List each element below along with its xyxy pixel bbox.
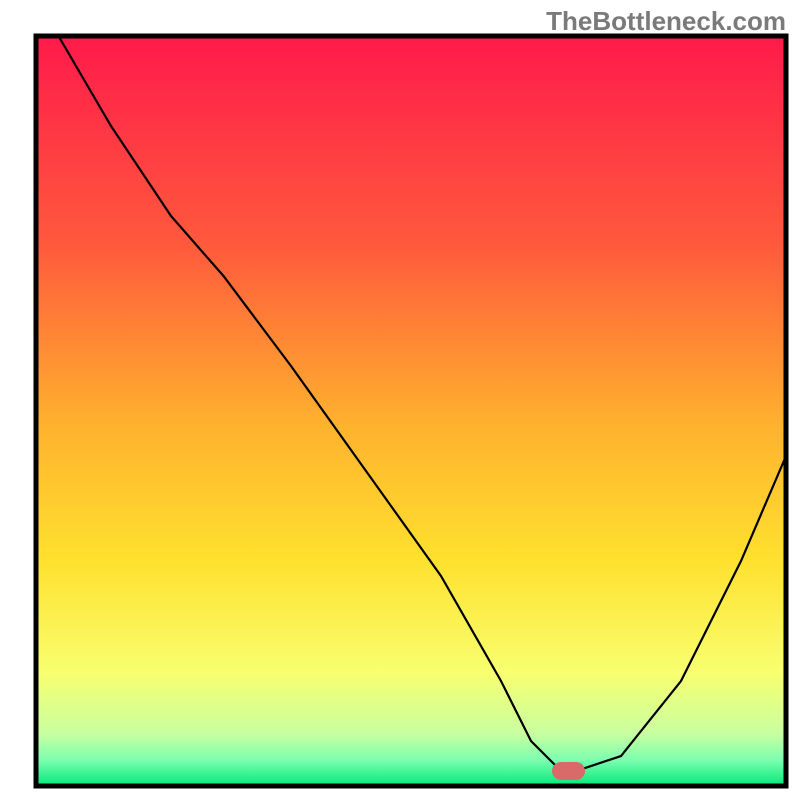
watermark-label: TheBottleneck.com: [546, 6, 786, 37]
plot-background: [36, 36, 786, 786]
chart-container: TheBottleneck.com: [0, 0, 800, 800]
chart-svg: [0, 0, 800, 800]
optimal-marker: [552, 762, 585, 780]
